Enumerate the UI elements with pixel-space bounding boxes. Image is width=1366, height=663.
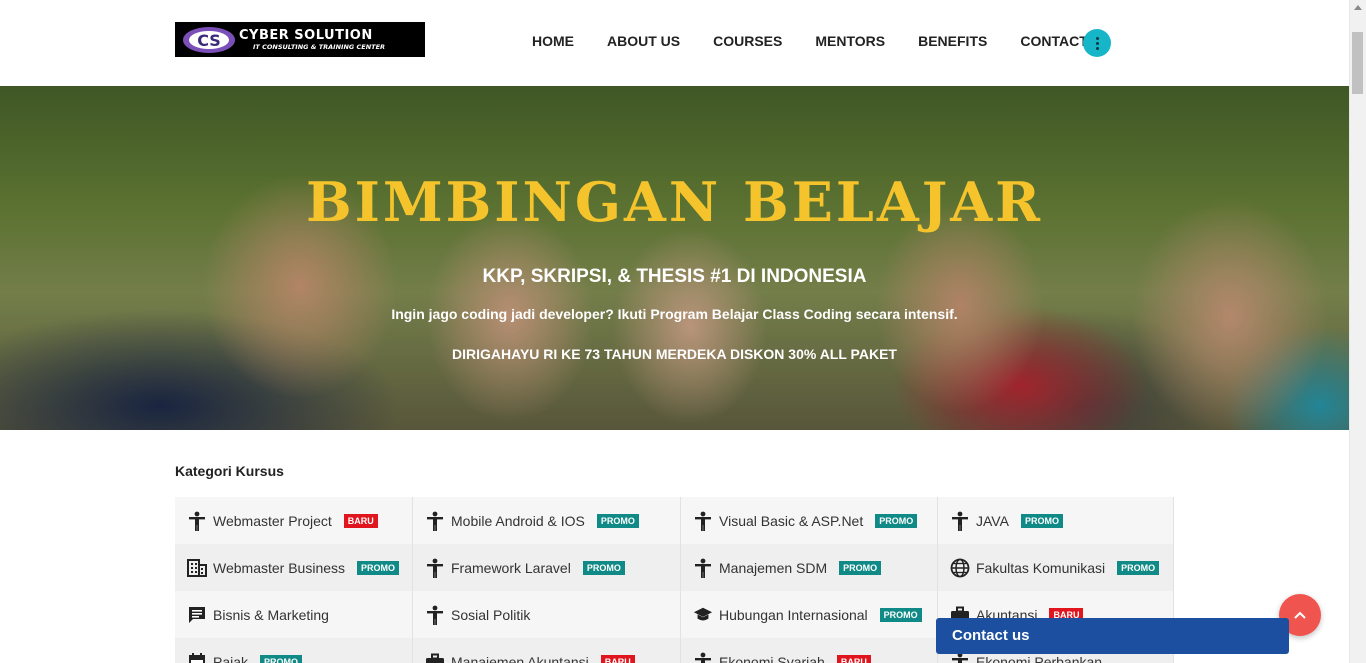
category-label: Framework Laravel	[451, 559, 571, 576]
category-item[interactable]: Fakultas Komunikasi PROMO	[938, 544, 1174, 591]
promo-badge: PROMO	[1020, 513, 1063, 528]
main-nav: HOME ABOUT US COURSES MENTORS BENEFITS C…	[532, 33, 1130, 49]
category-label: Webmaster Project	[213, 512, 332, 529]
category-label: Manajemen Akuntansi	[451, 653, 589, 663]
category-label: Ekonomi Perbankan	[976, 653, 1103, 663]
hero-promo: DIRIGAHAYU RI KE 73 TAHUN MERDEKA DISKON…	[452, 346, 897, 362]
category-item[interactable]: Ekonomi Syariah BARU	[681, 638, 938, 663]
person-icon	[950, 511, 970, 531]
promo-badge: PROMO	[596, 513, 639, 528]
logo-name: CYBER SOLUTION	[239, 27, 373, 43]
category-label: Sosial Politik	[451, 606, 531, 623]
logo[interactable]: CS CYBER SOLUTION IT CONSULTING & TRAINI…	[175, 22, 425, 57]
logo-tagline: IT CONSULTING & TRAINING CENTER	[253, 42, 386, 51]
category-label: JAVA	[976, 512, 1009, 529]
nav-mentors[interactable]: MENTORS	[815, 33, 885, 49]
new-badge: BARU	[836, 654, 871, 663]
chevron-up-icon	[1294, 611, 1306, 619]
more-vertical-icon[interactable]	[1083, 29, 1111, 57]
promo-badge: PROMO	[357, 560, 400, 575]
category-item[interactable]: Manajemen Akuntansi BARU	[413, 638, 681, 663]
category-item[interactable]: Pajak PROMO	[175, 638, 413, 663]
promo-badge: PROMO	[879, 607, 922, 622]
category-item[interactable]: Framework Laravel PROMO	[413, 544, 681, 591]
category-label: Manajemen SDM	[719, 559, 828, 576]
category-item[interactable]: Webmaster Business PROMO	[175, 544, 413, 591]
person-icon	[425, 558, 445, 578]
category-label: Hubungan Internasional	[719, 606, 868, 623]
promo-badge: PROMO	[875, 513, 918, 528]
scroll-up-arrow-icon[interactable]	[1354, 5, 1362, 10]
category-label: Ekonomi Syariah	[719, 653, 825, 663]
category-item[interactable]: Mobile Android & IOS PROMO	[413, 497, 681, 544]
category-item[interactable]: Sosial Politik	[413, 591, 681, 638]
contact-us-button[interactable]: Contact us	[936, 618, 1289, 654]
person-icon	[693, 652, 713, 663]
category-label: Bisnis & Marketing	[213, 606, 329, 623]
hero-description: Ingin jago coding jadi developer? Ikuti …	[391, 306, 958, 322]
category-item[interactable]: Manajemen SDM PROMO	[681, 544, 938, 591]
person-icon	[425, 605, 445, 625]
category-label: Webmaster Business	[213, 559, 346, 576]
building-icon	[187, 558, 207, 578]
promo-badge: PROMO	[839, 560, 882, 575]
hero-banner: BIMBINGAN BELAJAR KKP, SKRIPSI, & THESIS…	[0, 86, 1349, 430]
category-label: Pajak	[213, 653, 249, 663]
hero-subtitle: KKP, SKRIPSI, & THESIS #1 DI INDONESIA	[482, 266, 867, 287]
category-label: Mobile Android & IOS	[451, 512, 585, 529]
category-label: Fakultas Komunikasi	[976, 559, 1106, 576]
logo-mark: CS	[181, 25, 237, 55]
category-item[interactable]: Visual Basic & ASP.Net PROMO	[681, 497, 938, 544]
category-item[interactable]: Bisnis & Marketing	[175, 591, 413, 638]
promo-badge: PROMO	[582, 560, 625, 575]
person-icon	[693, 511, 713, 531]
nav-home[interactable]: HOME	[532, 33, 574, 49]
person-icon	[693, 558, 713, 578]
category-label: Visual Basic & ASP.Net	[719, 512, 864, 529]
person-icon	[425, 511, 445, 531]
nav-courses[interactable]: COURSES	[713, 33, 782, 49]
new-badge: BARU	[343, 513, 378, 528]
promo-badge: PROMO	[260, 654, 303, 663]
category-item[interactable]: Webmaster Project BARU	[175, 497, 413, 544]
graduation-cap-icon	[693, 605, 713, 625]
nav-benefits[interactable]: BENEFITS	[918, 33, 987, 49]
nav-about-us[interactable]: ABOUT US	[607, 33, 680, 49]
scrollbar-thumb[interactable]	[1352, 32, 1363, 94]
category-item[interactable]: Hubungan Internasional PROMO	[681, 591, 938, 638]
page-scrollbar[interactable]	[1349, 0, 1366, 663]
promo-badge: PROMO	[1117, 560, 1160, 575]
hero-title: BIMBINGAN BELAJAR	[305, 170, 1044, 234]
categories-title: Kategori Kursus	[175, 463, 284, 479]
site-header: CS CYBER SOLUTION IT CONSULTING & TRAINI…	[0, 0, 1349, 86]
new-badge: BARU	[600, 654, 635, 663]
globe-icon	[950, 558, 970, 578]
category-item[interactable]: JAVA PROMO	[938, 497, 1174, 544]
logo-mark-text: CS	[197, 31, 221, 50]
person-icon	[187, 511, 207, 531]
chat-icon	[187, 605, 207, 625]
briefcase-icon	[425, 652, 445, 663]
calendar-icon	[187, 652, 207, 663]
